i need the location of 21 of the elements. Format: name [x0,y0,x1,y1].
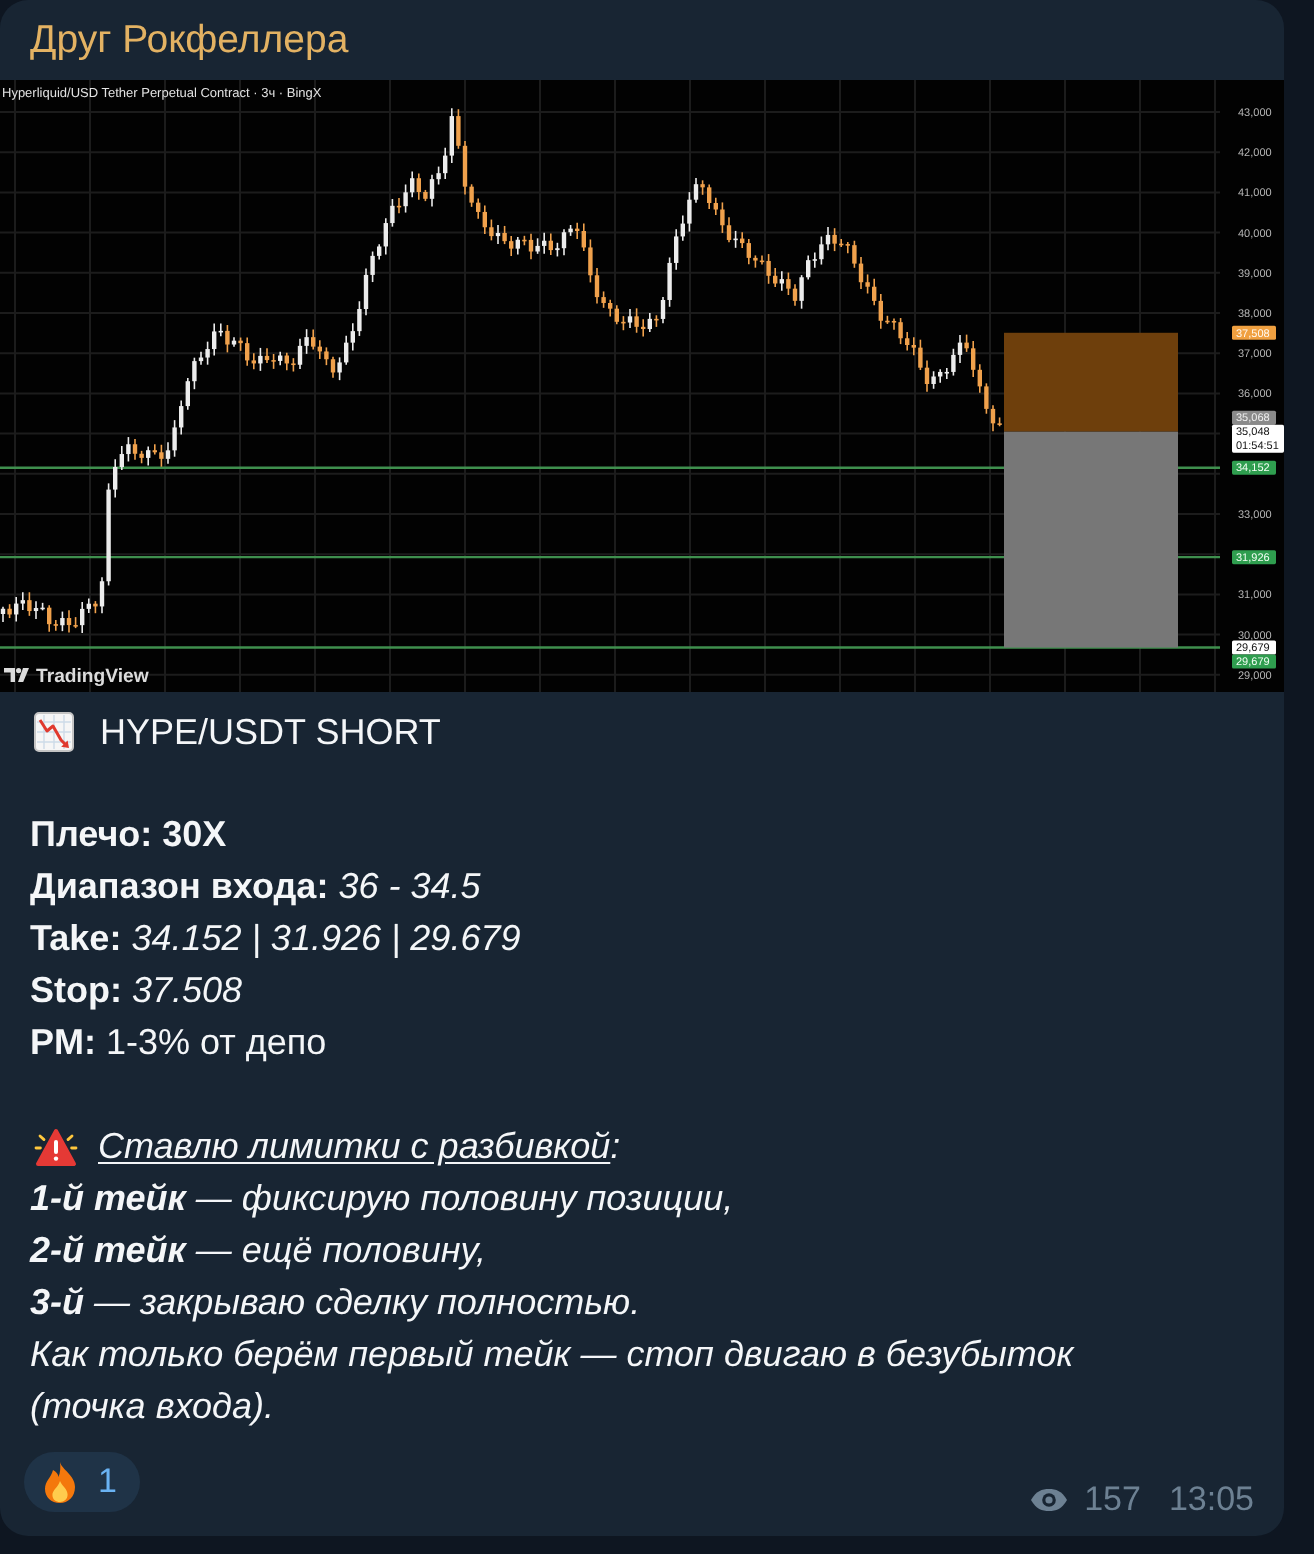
chart-decreasing-icon [34,712,74,752]
channel-name[interactable]: Друг Рокфеллера [30,18,349,62]
parameter-line: Диапазон входа: 36 - 34.5 [30,864,481,910]
parameter-line: Плечо: 30X [30,812,227,858]
view-count: 157 [1084,1480,1141,1520]
warning-icon [34,1124,78,1168]
instruction-line: 3-й — закрываю сделку полностью. [30,1280,641,1326]
parameter-line: Stop: 37.508 [30,968,243,1014]
fire-icon [40,1460,80,1504]
eye-icon [1030,1488,1069,1512]
message-time: 13:05 [1168,1480,1254,1520]
logo-icon [4,668,29,682]
instruction-line: 1-й тейк — фиксирую половину позиции, [30,1176,734,1222]
brand-name: TradingView [36,666,149,688]
post-title: HYPE/USDT SHORT [100,710,441,756]
parameter-line: Take: 34.152 | 31.926 | 29.679 [30,916,521,962]
notice-heading: Ставлю лимитки с разбивкой: [98,1124,621,1170]
parameter-line: PM: 1-3% от депо [30,1020,327,1066]
instruction-line: 2-й тейк — ещё половину, [30,1228,487,1274]
reaction-button[interactable]: 1 [24,1452,141,1512]
instruction-line: Как только берём первый тейк — стоп двигаю в безубыток (точка входа). [30,1332,1077,1430]
